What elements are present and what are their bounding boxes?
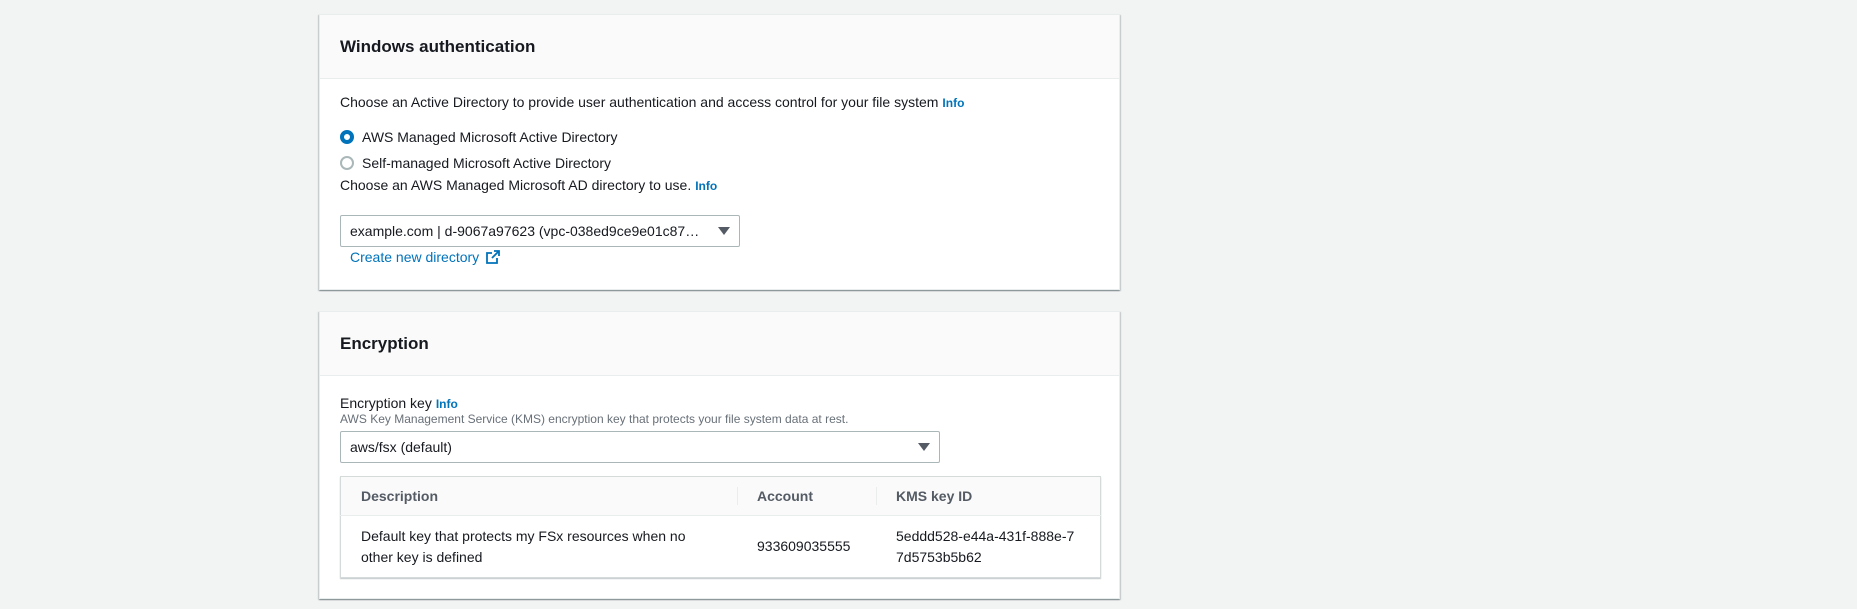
windows-auth-header: Windows authentication bbox=[320, 15, 1119, 79]
radio-button-unchecked[interactable] bbox=[340, 156, 354, 170]
caret-down-icon bbox=[918, 443, 930, 451]
column-header-description: Description bbox=[340, 476, 737, 516]
encryption-key-description: AWS Key Management Service (KMS) encrypt… bbox=[340, 412, 849, 426]
encryption-key-info-link[interactable]: Info bbox=[436, 397, 458, 411]
cell-description: Default key that protects my FSx resourc… bbox=[361, 527, 686, 565]
windows-auth-title: Windows authentication bbox=[340, 36, 536, 56]
cell-account: 933609035555 bbox=[757, 538, 851, 554]
table-row: Default key that protects my FSx resourc… bbox=[341, 516, 1101, 578]
column-header-account: Account bbox=[737, 476, 876, 516]
caret-down-icon bbox=[718, 227, 730, 235]
external-link-icon bbox=[486, 250, 501, 264]
directory-label: Choose an AWS Managed Microsoft AD direc… bbox=[340, 177, 692, 193]
encryption-key-label: Encryption key bbox=[340, 395, 432, 411]
encryption-key-select[interactable]: aws/fsx (default) bbox=[340, 431, 940, 463]
create-directory-label: Create new directory bbox=[350, 249, 480, 265]
windows-auth-panel: Windows authentication Choose an Active … bbox=[319, 14, 1120, 290]
radio-self-managed-label: Self-managed Microsoft Active Directory bbox=[362, 155, 611, 171]
encryption-header: Encryption bbox=[320, 312, 1119, 376]
table-header-row: Description Account KMS key ID bbox=[340, 476, 1101, 516]
encryption-panel: Encryption Encryption key Info AWS Key Ma… bbox=[319, 311, 1120, 599]
create-directory-link[interactable]: Create new directory bbox=[350, 249, 501, 265]
windows-auth-intro-row: Choose an Active Directory to provide us… bbox=[340, 92, 964, 113]
kms-key-table: Description Account KMS key ID Default k… bbox=[340, 476, 1101, 578]
windows-auth-info-link[interactable]: Info bbox=[942, 96, 964, 110]
encryption-key-label-row: Encryption key Info bbox=[340, 393, 458, 414]
column-separator bbox=[876, 487, 877, 505]
radio-aws-managed-ad[interactable]: AWS Managed Microsoft Active Directory bbox=[340, 127, 617, 147]
radio-aws-managed-label: AWS Managed Microsoft Active Directory bbox=[362, 129, 618, 145]
encryption-title: Encryption bbox=[340, 333, 429, 353]
column-separator bbox=[737, 487, 738, 505]
column-header-account-label: Account bbox=[757, 488, 813, 504]
directory-select[interactable]: example.com | d-9067a97623 (vpc-038ed9ce… bbox=[340, 215, 740, 247]
column-header-kms-key-id: KMS key ID bbox=[876, 476, 1101, 516]
directory-select-value: example.com | d-9067a97623 (vpc-038ed9ce… bbox=[350, 223, 700, 239]
encryption-key-select-value: aws/fsx (default) bbox=[350, 439, 452, 455]
cell-kms-key-id: 5eddd528-e44a-431f-888e-77d5753b5b62 bbox=[896, 527, 1075, 565]
directory-label-row: Choose an AWS Managed Microsoft AD direc… bbox=[340, 175, 717, 196]
directory-info-link[interactable]: Info bbox=[695, 179, 717, 193]
radio-button-checked[interactable] bbox=[340, 130, 354, 144]
radio-self-managed-ad[interactable]: Self-managed Microsoft Active Directory bbox=[340, 153, 611, 173]
column-header-kms-key-id-label: KMS key ID bbox=[896, 488, 973, 504]
windows-auth-intro: Choose an Active Directory to provide us… bbox=[340, 94, 939, 110]
